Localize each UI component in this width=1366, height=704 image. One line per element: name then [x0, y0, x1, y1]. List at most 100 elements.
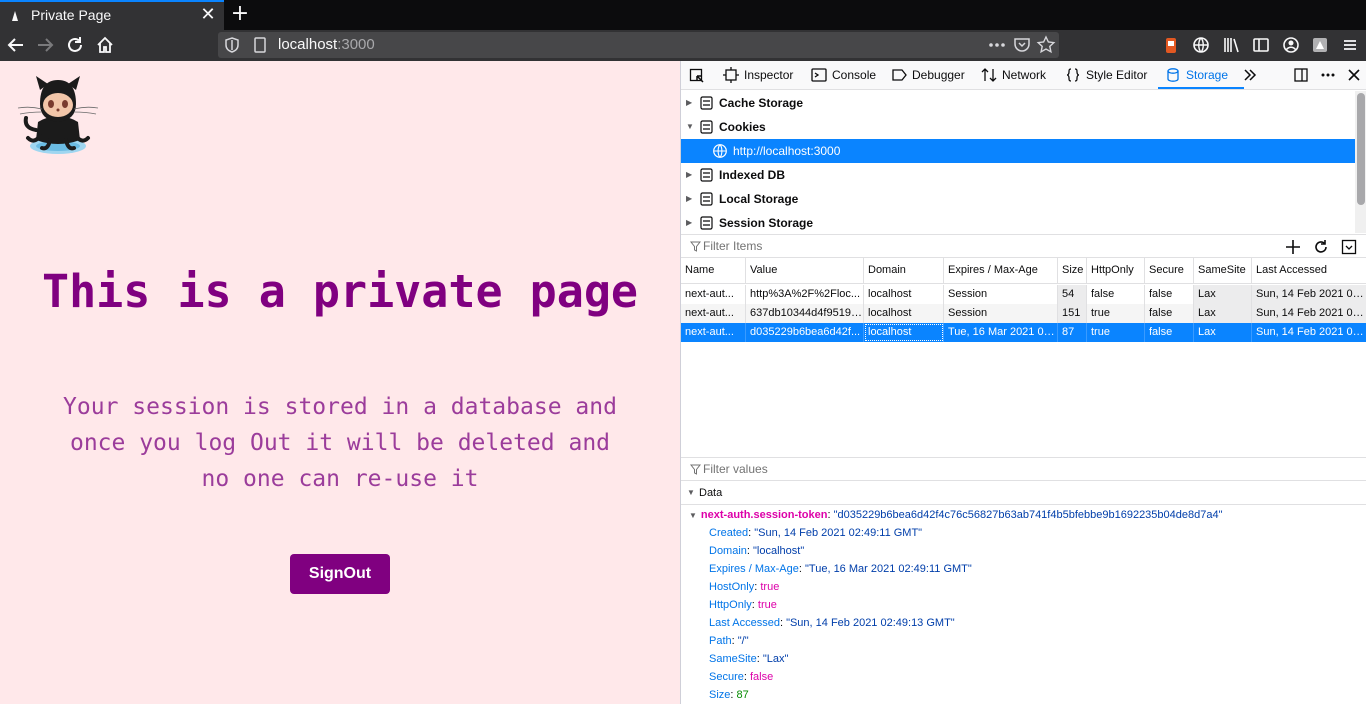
expand-arrow-icon[interactable]: ▶: [686, 163, 696, 187]
cookie-field-row[interactable]: SameSite: "Lax": [709, 650, 788, 668]
page-info-icon[interactable]: [250, 35, 270, 55]
cookie-field-row[interactable]: Last Accessed: "Sun, 14 Feb 2021 02:49:1…: [709, 614, 955, 632]
filter-items-input[interactable]: [703, 237, 1263, 255]
tracking-protection-icon[interactable]: [222, 35, 242, 55]
cell-httponly: true: [1087, 304, 1145, 323]
field-value: true: [760, 581, 780, 593]
tab-network[interactable]: Network: [981, 61, 1046, 90]
field-value: 87: [736, 689, 749, 701]
database-icon: [700, 168, 713, 182]
expand-arrow-icon[interactable]: ▶: [686, 91, 696, 115]
cookie-field-row[interactable]: Created: "Sun, 14 Feb 2021 02:49:11 GMT": [709, 524, 922, 542]
more-tools-chevron-icon[interactable]: [1242, 67, 1258, 83]
filter-values-input[interactable]: [703, 460, 1263, 478]
browser-tab[interactable]: Private Page ✕: [0, 0, 224, 30]
signout-button[interactable]: SignOut: [290, 554, 390, 594]
column-header-name[interactable]: Name: [681, 258, 746, 283]
tree-item-label: Session Storage: [719, 216, 814, 230]
cookie-field-row[interactable]: Size: 87: [709, 686, 749, 704]
menu-icon[interactable]: [1339, 34, 1361, 56]
tab-storage[interactable]: Storage: [1165, 61, 1228, 90]
element-picker-icon[interactable]: [689, 68, 705, 84]
cell-size: 151: [1058, 304, 1087, 323]
collapse-arrow-icon[interactable]: ▼: [686, 115, 696, 139]
home-icon[interactable]: [93, 33, 117, 57]
table-row-selected[interactable]: next-aut... d035229b6bea6d42f... localho…: [681, 323, 1366, 342]
column-header-value[interactable]: Value: [746, 258, 864, 283]
field-key: Path: [709, 635, 732, 647]
column-header-domain[interactable]: Domain: [864, 258, 944, 283]
refresh-items-icon[interactable]: [1312, 238, 1330, 256]
cell-last-accessed: Sun, 14 Feb 2021 02:...: [1252, 285, 1366, 304]
page-title: This is a private page: [41, 265, 639, 318]
database-icon: [700, 120, 713, 134]
tab-console[interactable]: Console: [811, 61, 876, 90]
tree-item-cache-storage[interactable]: ▶ Cache Storage: [681, 91, 1355, 115]
expand-arrow-icon[interactable]: ▶: [686, 211, 696, 235]
account-icon[interactable]: [1280, 34, 1302, 56]
tree-item-indexed-db[interactable]: ▶ Indexed DB: [681, 163, 1355, 187]
close-tab-icon[interactable]: ✕: [197, 5, 219, 27]
field-value: "Tue, 16 Mar 2021 02:49:11 GMT": [805, 563, 972, 575]
container-extension-icon[interactable]: [1309, 34, 1331, 56]
field-value: true: [757, 599, 777, 611]
column-header-samesite[interactable]: SameSite: [1194, 258, 1252, 283]
field-value: "Sun, 14 Feb 2021 02:49:11 GMT": [754, 527, 923, 539]
page-viewport: This is a private page Your session is s…: [0, 61, 680, 704]
tab-debugger[interactable]: Debugger: [891, 61, 965, 90]
cookie-field-row[interactable]: Secure: false: [709, 668, 773, 686]
tree-item-cookies[interactable]: ▼ Cookies: [681, 115, 1355, 139]
close-devtools-icon[interactable]: [1346, 67, 1362, 83]
cell-httponly: true: [1087, 323, 1145, 342]
collapse-arrow-icon[interactable]: ▼: [687, 482, 695, 504]
tree-item-session-storage[interactable]: ▶ Session Storage: [681, 211, 1355, 235]
dock-options-icon[interactable]: [1293, 67, 1309, 83]
table-row[interactable]: next-aut... 637db10344d4f95191... localh…: [681, 304, 1366, 323]
collapse-arrow-icon[interactable]: ▼: [689, 511, 697, 520]
reload-icon[interactable]: [63, 33, 87, 57]
expand-arrow-icon[interactable]: ▶: [686, 187, 696, 211]
cookie-field-row[interactable]: Expires / Max-Age: "Tue, 16 Mar 2021 02:…: [709, 560, 972, 578]
field-value: "/": [737, 635, 749, 647]
column-header-secure[interactable]: Secure: [1145, 258, 1194, 283]
toggle-sidebar-icon[interactable]: [1340, 238, 1358, 256]
forward-icon[interactable]: [33, 33, 57, 57]
column-header-size[interactable]: Size: [1058, 258, 1087, 283]
navigation-toolbar: localhost:3000: [0, 30, 1366, 61]
column-header-httponly[interactable]: HttpOnly: [1087, 258, 1145, 283]
column-header-last-accessed[interactable]: Last Accessed: [1252, 258, 1366, 283]
cookie-field-row[interactable]: HostOnly: true: [709, 578, 779, 596]
scrollbar-thumb[interactable]: [1357, 93, 1365, 205]
page-actions-icon[interactable]: [987, 35, 1007, 55]
table-row[interactable]: next-aut... http%3A%2F%2Floc... localhos…: [681, 285, 1366, 304]
new-tab-icon[interactable]: +: [228, 3, 252, 27]
back-icon[interactable]: [4, 33, 28, 57]
cell-domain: localhost: [864, 285, 944, 304]
add-item-icon[interactable]: [1284, 238, 1302, 256]
sidebar-icon[interactable]: [1250, 34, 1272, 56]
extension-icon[interactable]: [1160, 34, 1182, 56]
cell-domain: localhost: [864, 304, 944, 323]
tab-style-editor[interactable]: Style Editor: [1065, 61, 1147, 90]
bookmark-star-icon[interactable]: [1036, 35, 1056, 55]
pocket-icon[interactable]: [1012, 35, 1032, 55]
tree-item-local-storage[interactable]: ▶ Local Storage: [681, 187, 1355, 211]
url-text: localhost:3000: [278, 36, 375, 53]
field-key: Expires / Max-Age: [709, 563, 799, 575]
tree-scrollbar[interactable]: [1355, 91, 1366, 233]
column-header-expires[interactable]: Expires / Max-Age: [944, 258, 1058, 283]
url-bar[interactable]: localhost:3000: [218, 32, 1059, 58]
cookie-field-row[interactable]: Domain: "localhost": [709, 542, 804, 560]
cell-secure: false: [1145, 304, 1194, 323]
cookie-field-row[interactable]: Path: "/": [709, 632, 749, 650]
devtools-menu-icon[interactable]: [1320, 67, 1336, 83]
data-section-header[interactable]: ▼ Data: [681, 482, 1366, 505]
cookie-root-entry[interactable]: ▼ next-auth.session-token: "d035229b6bea6…: [689, 506, 1223, 524]
tab-inspector[interactable]: Inspector: [723, 61, 793, 90]
tree-item-localhost-3000[interactable]: http://localhost:3000: [681, 139, 1355, 163]
library-icon[interactable]: [1220, 34, 1242, 56]
tree-item-label: Indexed DB: [719, 168, 786, 182]
table-header: Name Value Domain Expires / Max-Age Size…: [681, 258, 1366, 284]
globe-icon[interactable]: [1190, 34, 1212, 56]
cookie-field-row[interactable]: HttpOnly: true: [709, 596, 777, 614]
